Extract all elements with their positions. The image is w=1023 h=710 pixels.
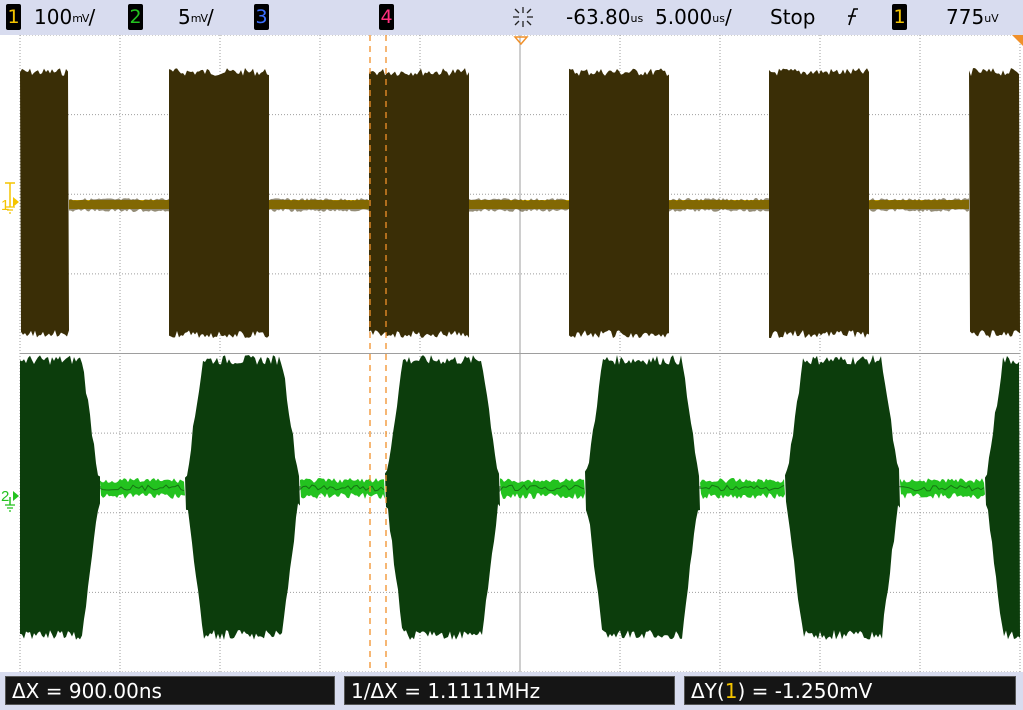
time-offset-value: -63.80 — [566, 5, 631, 29]
delta-y-suffix: ) = -1.250mV — [737, 679, 873, 703]
ch1-number: 1 — [7, 6, 20, 28]
ch2-scale-value: 5 — [178, 5, 191, 29]
waveform-display[interactable]: 1 2 — [0, 35, 1023, 672]
ch1-scale-unit: mV — [72, 12, 89, 25]
trigger-level-value: 775 — [946, 5, 985, 29]
trigger-source: 1 — [893, 6, 906, 28]
ch1-burst — [769, 68, 869, 338]
ch3-number: 3 — [255, 6, 268, 28]
ch2-burst — [585, 355, 700, 640]
trigger-level-readout[interactable]: 775uV — [946, 5, 999, 29]
ch2-baseline — [700, 478, 785, 499]
acquisition-sparkle-icon — [511, 6, 535, 30]
timebase-unit: us — [712, 12, 725, 25]
ch2-burst — [985, 356, 1020, 640]
delta-x-measurement[interactable]: ΔX = 900.00ns — [5, 676, 335, 705]
ch1-marker-label: 1 — [1, 197, 9, 214]
ch2-number: 2 — [129, 6, 142, 28]
delta-y-channel: 1 — [724, 679, 738, 703]
ch4-number: 4 — [380, 6, 393, 28]
ch2-baseline — [300, 478, 385, 499]
ch1-burst — [369, 68, 469, 338]
ch4-indicator[interactable]: 4 — [379, 4, 394, 30]
ch2-burst — [185, 355, 300, 640]
timebase-value: 5.000 — [655, 5, 713, 29]
ch2-burst — [785, 355, 900, 640]
status-bar: 1 100mV/ 2 5mV/ 3 4 -63.80us 5.000us/ St… — [0, 0, 1023, 36]
delta-y-prefix: ΔY( — [691, 679, 725, 703]
rising-edge-icon[interactable] — [846, 7, 860, 31]
trigger-position-icon — [513, 36, 529, 46]
ch2-burst — [20, 355, 100, 640]
inverse-delta-x-measurement[interactable]: 1/ΔX = 1.1111MHz — [344, 676, 675, 705]
ch1-scale-readout[interactable]: 100mV/ — [34, 5, 95, 29]
ch1-burst — [20, 68, 69, 338]
run-state[interactable]: Stop — [770, 5, 815, 29]
ch1-indicator[interactable]: 1 — [6, 4, 21, 30]
trigger-source-indicator[interactable]: 1 — [892, 4, 907, 30]
ch1-baseline-noise — [69, 198, 169, 212]
time-offset-unit: us — [630, 12, 644, 25]
ch2-indicator[interactable]: 2 — [128, 4, 143, 30]
ch1-burst — [969, 68, 1020, 338]
ch2-marker-label: 2 — [1, 488, 9, 505]
ch2-scale-unit: mV — [190, 12, 208, 25]
ch1-ground-marker[interactable]: 1 — [1, 182, 19, 214]
ch2-burst — [385, 355, 500, 640]
ch2-ground-marker[interactable]: 2 — [1, 488, 19, 512]
ch1-burst — [169, 68, 269, 338]
ch1-burst — [569, 68, 669, 338]
trigger-level-unit: uV — [984, 12, 999, 25]
time-offset-readout[interactable]: -63.80us — [566, 5, 643, 29]
ch2-scale-readout[interactable]: 5mV/ — [178, 5, 214, 29]
measurement-bar: ΔX = 900.00ns 1/ΔX = 1.1111MHz ΔY(1) = -… — [0, 672, 1023, 710]
ch2-baseline — [100, 478, 185, 499]
trigger-level-offscreen-icon — [1012, 35, 1023, 46]
delta-y-measurement[interactable]: ΔY(1) = -1.250mV — [684, 676, 1016, 705]
ch1-scale-value: 100 — [34, 5, 73, 29]
timebase-readout[interactable]: 5.000us/ — [655, 5, 732, 29]
waveform-svg: 1 2 — [1, 35, 1023, 672]
ch3-indicator[interactable]: 3 — [254, 4, 269, 30]
ch1-baseline-noise — [869, 198, 969, 212]
